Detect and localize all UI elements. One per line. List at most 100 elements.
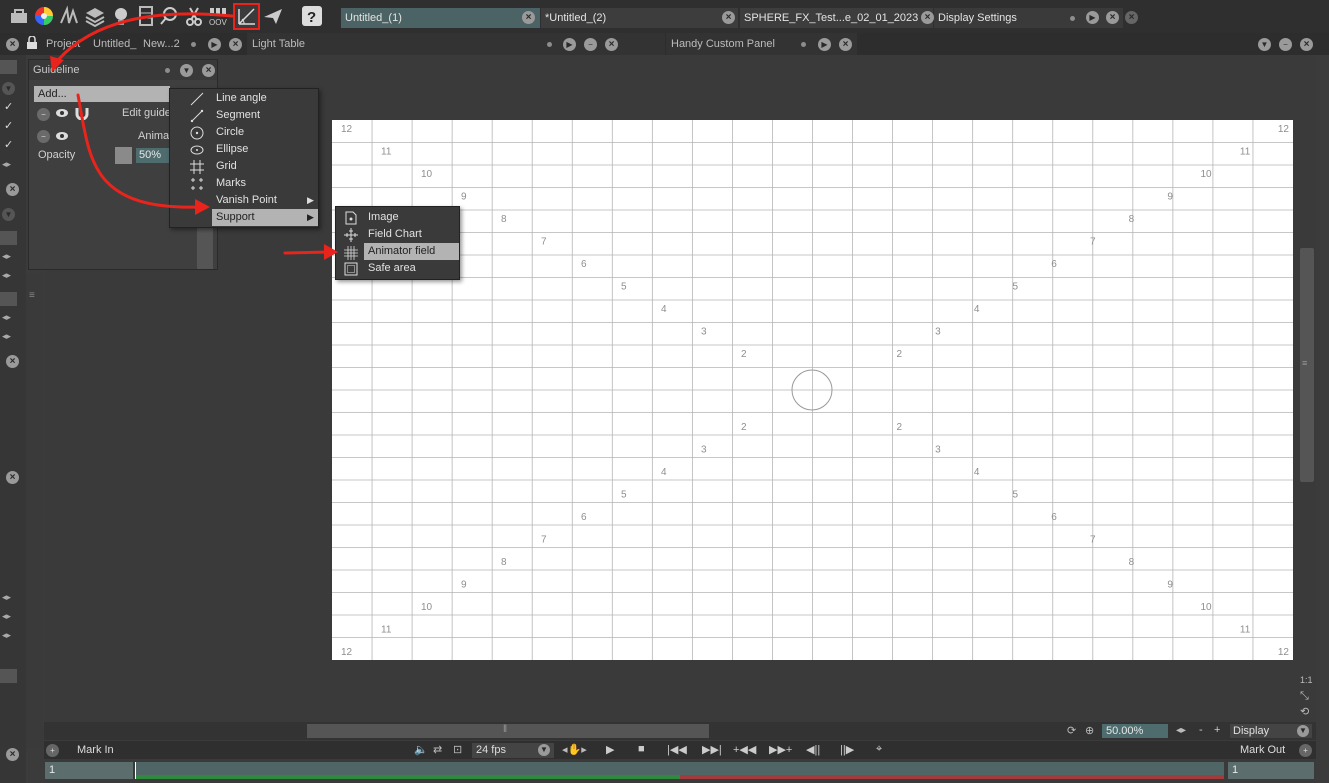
display-select[interactable]: Display ▼ (1230, 724, 1312, 738)
tab-project[interactable]: Project (46, 36, 80, 53)
pin-icon[interactable] (1070, 16, 1075, 21)
fps-select[interactable]: 24 fps ▼ (472, 743, 554, 758)
doc-tab-display-settings[interactable]: Display Settings ▶ × (934, 8, 1123, 28)
add-mark-icon[interactable]: + (46, 744, 59, 757)
arrows-icon[interactable]: ◂▸ (2, 251, 11, 262)
toolbox-icon[interactable] (8, 5, 30, 27)
search-icon[interactable] (158, 5, 180, 27)
menu-item-field-chart[interactable]: Field Chart (336, 226, 459, 243)
prev-key-icon[interactable]: +◀◀ (733, 743, 756, 756)
menu-item-vanish-point[interactable]: Vanish Point ▶ (170, 192, 318, 209)
tab-untitled[interactable]: Untitled_ (93, 36, 136, 53)
prev-frame-icon[interactable]: ◀|| (806, 743, 820, 756)
color-wheel-icon[interactable] (33, 5, 55, 27)
guide-row-label[interactable]: Anima (138, 130, 169, 142)
close-icon[interactable]: × (6, 471, 19, 484)
add-guide-button[interactable]: Add... (34, 86, 170, 102)
close-icon[interactable]: × (6, 355, 19, 368)
play-icon[interactable]: ▶ (1086, 11, 1099, 24)
arrows-icon[interactable]: ◂▸ (2, 611, 11, 622)
lock-icon[interactable] (26, 35, 38, 53)
tab-handy-custom-panel[interactable]: Handy Custom Panel (671, 36, 775, 53)
pin-icon[interactable] (165, 68, 170, 73)
close-icon[interactable]: × (522, 11, 535, 24)
chevron-down-icon[interactable]: ▼ (2, 82, 15, 95)
timeline-track[interactable] (135, 762, 1224, 779)
play-icon[interactable]: ▶ (563, 38, 576, 51)
pin-icon[interactable] (191, 42, 196, 47)
zoom-out-button[interactable]: - (1199, 724, 1203, 736)
eye-icon[interactable] (55, 129, 69, 146)
last-frame-icon[interactable]: ▶▶| (702, 743, 722, 756)
guide-row-label[interactable]: Edit guide (122, 107, 171, 119)
menu-item-segment[interactable]: Segment (170, 107, 318, 124)
panel-scrollbar[interactable] (197, 225, 213, 269)
arrows-icon[interactable]: ◂▸ (2, 630, 11, 641)
minimize-icon[interactable]: − (584, 38, 597, 51)
check-icon[interactable]: ✓ (4, 119, 13, 132)
hand-icon[interactable]: ◂✋▸ (562, 743, 587, 756)
check-icon[interactable]: ✓ (4, 138, 13, 151)
loop-icon[interactable]: ⇄ (433, 743, 442, 756)
vertical-scroll-thumb[interactable]: ≡ (1300, 248, 1314, 482)
camera-icon[interactable]: OOV (207, 5, 229, 27)
next-key-icon[interactable]: ▶▶+ (769, 743, 792, 756)
menu-item-support[interactable]: Support ▶ (212, 209, 318, 226)
arrows-icon[interactable]: ◂▸ (2, 270, 11, 281)
menu-item-image[interactable]: Image (336, 209, 459, 226)
close-icon[interactable]: × (839, 38, 852, 51)
chevron-down-icon[interactable]: ▼ (2, 208, 15, 221)
horizontal-scroll-thumb[interactable]: ‖ (307, 724, 709, 738)
minus-icon[interactable]: − (37, 108, 50, 121)
help-icon[interactable]: ? (301, 5, 323, 27)
menu-item-safe-area[interactable]: Safe area (336, 260, 459, 277)
menu-item-grid[interactable]: Grid (170, 158, 318, 175)
minimize-icon[interactable]: − (1279, 38, 1292, 51)
playhead[interactable] (135, 762, 136, 779)
arrows-icon[interactable]: ◂▸ (2, 312, 11, 323)
layers-icon[interactable] (84, 5, 106, 28)
grip-icon[interactable]: ≡ (29, 290, 35, 301)
stop-icon[interactable]: ■ (638, 743, 645, 755)
menu-item-animator-field[interactable]: Animator field (364, 243, 459, 260)
play-icon[interactable]: ▶ (208, 38, 221, 51)
close-icon[interactable]: × (722, 11, 735, 24)
speaker-icon[interactable]: 🔈 (414, 743, 428, 756)
zoom-field[interactable]: 50.00% (1102, 724, 1168, 738)
chevron-down-icon[interactable]: ▼ (1297, 725, 1309, 737)
flip-icon[interactable]: ◂▸ (1176, 725, 1186, 736)
fit-icon[interactable]: 1:1 (1300, 675, 1313, 685)
check-icon[interactable]: ✓ (4, 100, 13, 113)
tab-new[interactable]: New...2 (143, 36, 180, 53)
doc-tab-2[interactable]: *Untitled_(2) × (541, 8, 738, 28)
rotate-reset-icon[interactable]: ⟲ (1300, 705, 1309, 718)
doc-tab-1[interactable]: Untitled_(1) × (341, 8, 540, 28)
first-frame-icon[interactable]: |◀◀ (667, 743, 687, 756)
in-frame-field[interactable]: 1 (45, 762, 133, 779)
play-icon[interactable]: ▶ (606, 743, 614, 756)
dock-splitter[interactable]: ≡ (26, 273, 43, 748)
close-icon[interactable]: × (6, 38, 19, 51)
doc-tab-3[interactable]: SPHERE_FX_Test...e_02_01_2023 × (740, 8, 934, 28)
diagonal-resize-icon[interactable]: ⤡ (1300, 690, 1309, 703)
minus-icon[interactable]: − (37, 130, 50, 143)
magnet-icon[interactable] (75, 106, 89, 123)
range-icon[interactable]: ⊡ (453, 743, 462, 756)
paper-plane-icon[interactable] (262, 5, 284, 27)
center-icon[interactable]: ⊕ (1085, 724, 1094, 737)
close-icon[interactable]: × (1300, 38, 1313, 51)
eye-icon[interactable] (55, 106, 69, 123)
arrows-icon[interactable]: ◂▸ (2, 159, 11, 170)
menu-item-line-angle[interactable]: Line angle (170, 90, 318, 107)
close-icon[interactable]: × (921, 11, 934, 24)
pin-icon[interactable] (801, 42, 806, 47)
add-mark-icon[interactable]: + (1299, 744, 1312, 757)
zoom-in-button[interactable]: + (1214, 724, 1220, 736)
close-icon[interactable]: × (229, 38, 242, 51)
rotate-icon[interactable]: ⟳ (1067, 724, 1076, 737)
close-icon[interactable]: × (202, 64, 215, 77)
chevron-down-icon[interactable]: ▼ (538, 744, 550, 756)
opacity-field[interactable]: 50% (136, 148, 169, 163)
next-frame-icon[interactable]: ||▶ (840, 743, 854, 756)
play-icon[interactable]: ▶ (818, 38, 831, 51)
